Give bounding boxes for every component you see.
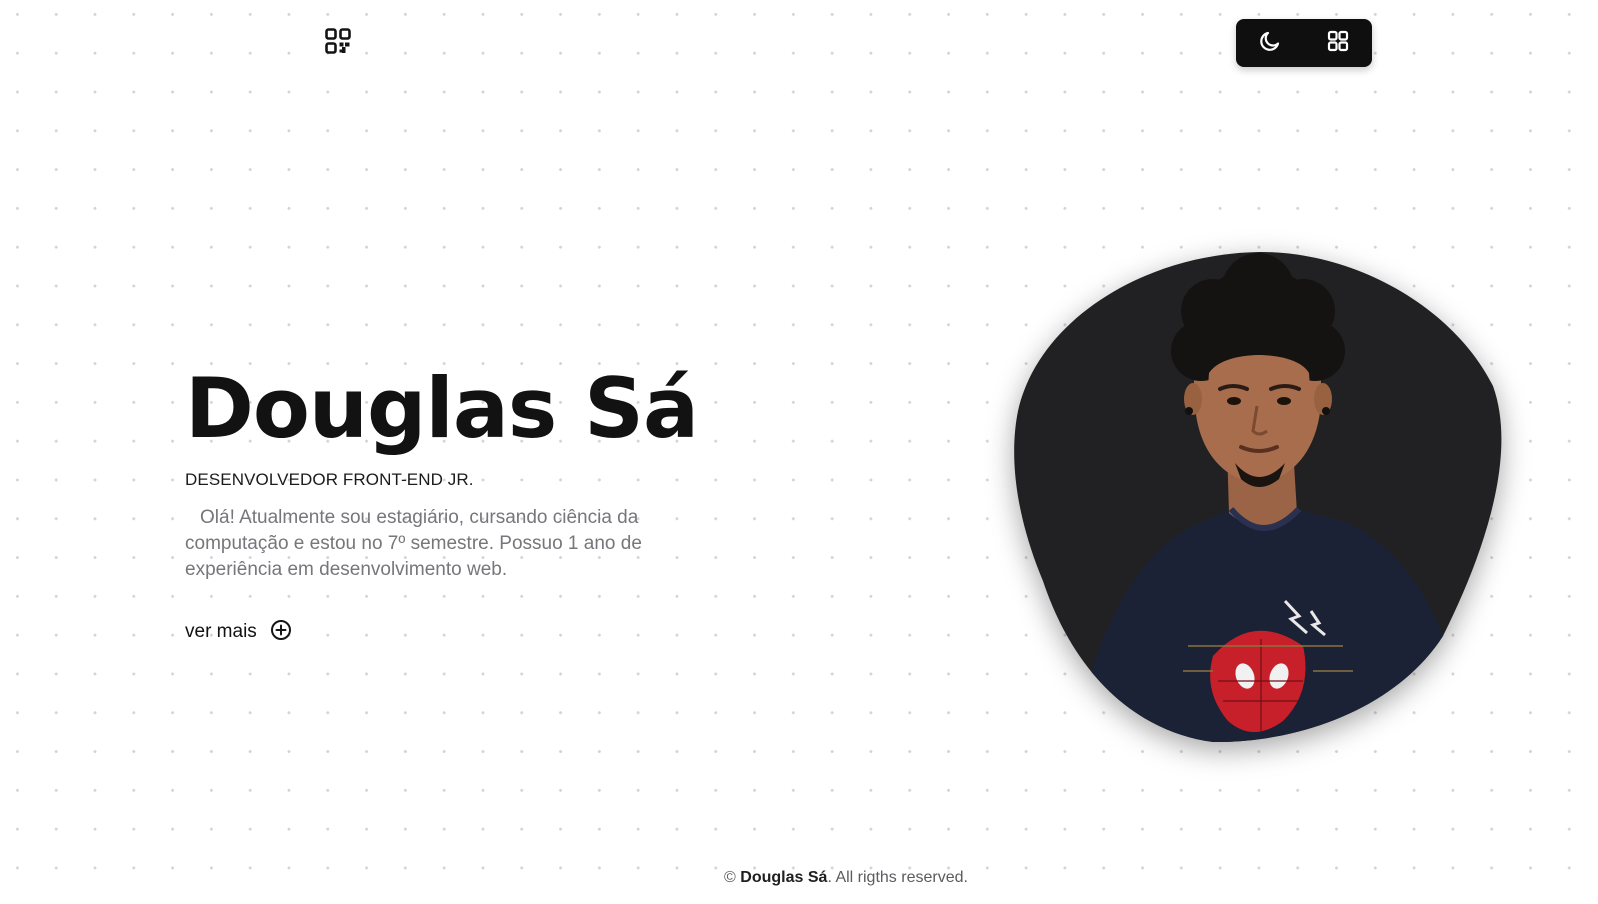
qr-code-icon (325, 28, 351, 54)
plus-circle-icon (270, 619, 292, 645)
hero-section: Douglas Sá DESENVOLVEDOR FRONT-END JR. O… (185, 360, 705, 645)
copyright-symbol: © (724, 869, 736, 886)
qr-code-button[interactable] (325, 28, 351, 54)
see-more-label: ver mais (185, 621, 257, 642)
top-toolbar (1236, 19, 1372, 67)
see-more-link[interactable]: ver mais (185, 619, 292, 645)
job-title: DESENVOLVEDOR FRONT-END JR. (185, 470, 474, 489)
profile-photo (1013, 251, 1505, 743)
footer-rights-text: . All rigths reserved. (827, 869, 968, 886)
theme-toggle-button[interactable] (1255, 28, 1285, 58)
page-title: Douglas Sá (185, 360, 699, 457)
footer-owner-name: Douglas Sá (740, 869, 828, 886)
moon-icon (1258, 29, 1282, 57)
menu-button[interactable] (1323, 28, 1353, 58)
footer: © Douglas Sá. All rigths reserved. (0, 869, 1598, 887)
bio-text: Olá! Atualmente sou estagiário, cursando… (185, 507, 642, 580)
grid-menu-icon (1327, 30, 1349, 56)
portfolio-page: { "header": { "qr_icon": "qr-code-icon",… (0, 0, 1598, 904)
